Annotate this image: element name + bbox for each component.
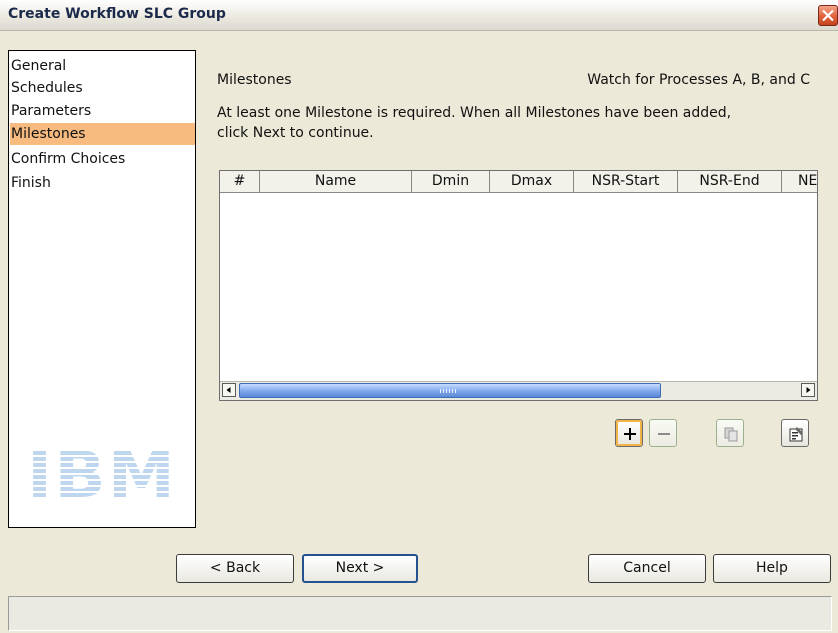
- scroll-left-button[interactable]: [222, 383, 236, 397]
- step-parameters[interactable]: Parameters: [10, 100, 195, 122]
- copy-icon: [724, 427, 738, 442]
- column-header-nsr-end[interactable]: NSR-End: [678, 171, 782, 192]
- status-bar: [8, 596, 832, 631]
- instructions-line-2: click Next to continue.: [217, 125, 374, 141]
- close-x-icon: [822, 9, 834, 22]
- milestones-table[interactable]: # Name Dmin Dmax NSR-Start NSR-End NE: [219, 170, 818, 401]
- column-header-nsr-start[interactable]: NSR-Start: [574, 171, 678, 192]
- minus-icon: [658, 433, 670, 435]
- column-header-dmax[interactable]: Dmax: [490, 171, 574, 192]
- scroll-right-button[interactable]: [801, 383, 815, 397]
- step-confirm-choices[interactable]: Confirm Choices: [10, 148, 195, 170]
- table-header: # Name Dmin Dmax NSR-Start NSR-End NE: [220, 171, 817, 193]
- milestone-properties-button[interactable]: [781, 419, 809, 447]
- instructions: At least one Milestone is required. When…: [217, 103, 797, 143]
- back-button[interactable]: < Back: [176, 554, 294, 583]
- section-title: Milestones: [217, 72, 292, 88]
- help-button[interactable]: Help: [713, 554, 831, 583]
- step-general[interactable]: General: [10, 55, 195, 77]
- column-header-name[interactable]: Name: [260, 171, 412, 192]
- copy-milestone-button[interactable]: [716, 419, 744, 447]
- title-bar: Create Workflow SLC Group: [0, 0, 838, 31]
- column-header-dmin[interactable]: Dmin: [412, 171, 490, 192]
- horizontal-scrollbar[interactable]: [220, 381, 817, 400]
- grip-icon: [440, 389, 456, 393]
- step-finish[interactable]: Finish: [10, 172, 195, 194]
- remove-milestone-button[interactable]: [649, 419, 677, 447]
- cancel-button[interactable]: Cancel: [588, 554, 706, 583]
- column-header-number[interactable]: #: [220, 171, 260, 192]
- section-subtitle: Watch for Processes A, B, and C: [587, 72, 810, 88]
- column-header-ne[interactable]: NE: [782, 171, 817, 192]
- close-button[interactable]: [818, 5, 838, 26]
- ibm-logo: IBM: [27, 445, 177, 501]
- dialog-title: Create Workflow SLC Group: [8, 6, 226, 22]
- add-milestone-button[interactable]: [615, 419, 643, 447]
- svg-text:IBM: IBM: [27, 445, 177, 501]
- wizard-steps-panel: General Schedules Parameters Milestones …: [8, 50, 196, 528]
- instructions-line-1: At least one Milestone is required. When…: [217, 105, 732, 121]
- properties-icon: [789, 427, 803, 442]
- step-schedules[interactable]: Schedules: [10, 77, 195, 99]
- next-button[interactable]: Next >: [302, 554, 418, 583]
- scroll-thumb[interactable]: [239, 383, 661, 398]
- plus-icon: [624, 428, 636, 440]
- arrow-left-icon: [226, 387, 231, 393]
- arrow-right-icon: [806, 387, 811, 393]
- create-workflow-dialog: Create Workflow SLC Group General Schedu…: [0, 0, 838, 633]
- step-milestones[interactable]: Milestones: [10, 123, 195, 145]
